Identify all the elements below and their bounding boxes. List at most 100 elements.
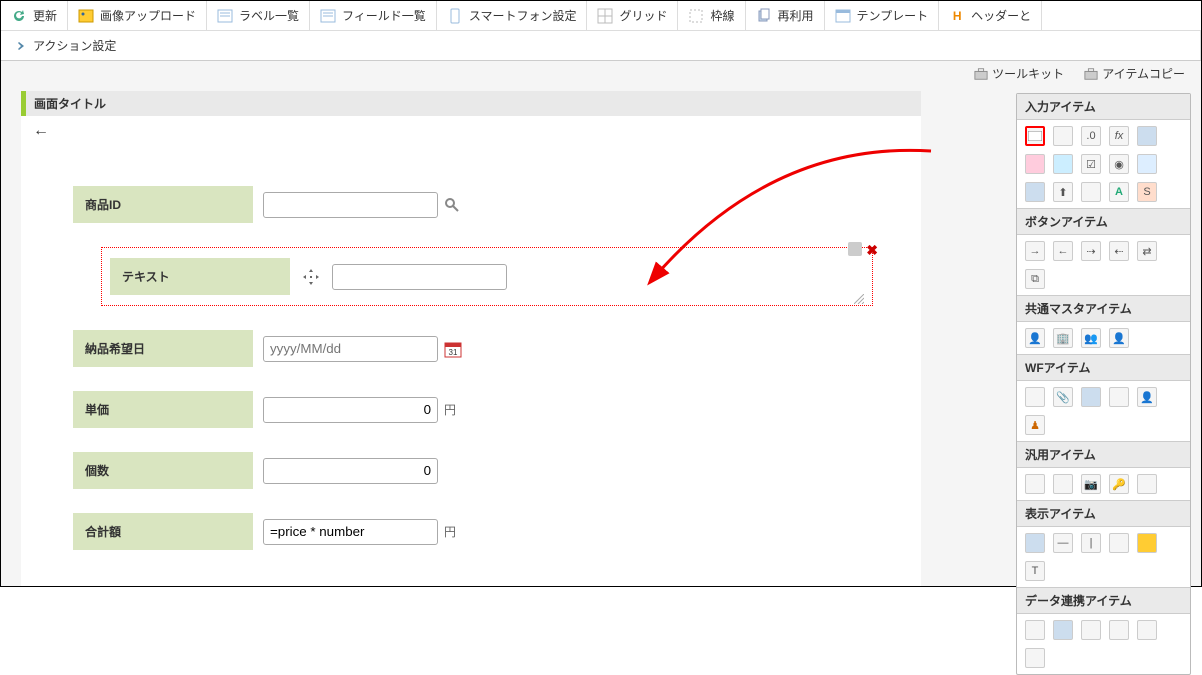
tk-btn-copy-icon[interactable]: ⧉	[1025, 269, 1045, 289]
frame-label: 枠線	[710, 7, 734, 24]
label-unit-price: 単価	[73, 391, 253, 428]
tk-text-icon[interactable]: T	[1025, 561, 1045, 581]
tk-wf6-icon[interactable]: ♟	[1025, 415, 1045, 435]
tk-table-icon[interactable]	[1081, 182, 1101, 202]
tk-wf5-icon[interactable]: 👤	[1137, 387, 1157, 407]
toolbox-icon	[1084, 67, 1098, 81]
tk-wf3-icon[interactable]	[1081, 387, 1101, 407]
toolkit-panel: 入力アイテム .0 fx ☑ ◉ ⬆ A S ボタンアイテム → ← ⇢ ⇠ ⇄…	[1016, 93, 1191, 675]
search-icon[interactable]	[444, 197, 460, 213]
input-unit-price[interactable]	[263, 397, 438, 423]
tk-dl4-icon[interactable]	[1109, 620, 1129, 640]
tab-toolkit[interactable]: ツールキット	[974, 65, 1064, 82]
tk-disp1-icon[interactable]	[1025, 533, 1045, 553]
tk-btn-prev-icon[interactable]: ←	[1053, 241, 1073, 261]
header-and-label: ヘッダーと	[971, 7, 1031, 24]
tk-section-general: 汎用アイテム	[1017, 441, 1190, 468]
tk-org-icon[interactable]: 🏢	[1053, 328, 1073, 348]
action-settings-button[interactable]: アクション設定	[1, 30, 1201, 60]
input-text-field[interactable]	[332, 264, 507, 290]
tk-function-icon[interactable]: fx	[1109, 126, 1129, 146]
tk-text-input-icon[interactable]	[1025, 126, 1045, 146]
label-product-id: 商品ID	[73, 186, 253, 223]
tk-wf1-icon[interactable]	[1025, 387, 1045, 407]
tk-user2-icon[interactable]: 👤	[1109, 328, 1129, 348]
tk-decimal-icon[interactable]: .0	[1081, 126, 1101, 146]
resize-handle[interactable]	[854, 293, 864, 303]
reuse-button[interactable]: 再利用	[746, 1, 825, 30]
tk-date-icon[interactable]	[1137, 126, 1157, 146]
list-icon	[320, 8, 336, 24]
move-icon[interactable]	[302, 268, 320, 286]
grid-icon	[597, 8, 613, 24]
label-list-button[interactable]: ラベル一覧	[207, 1, 310, 30]
tk-vline-icon[interactable]: |	[1081, 533, 1101, 553]
tk-user-icon[interactable]: 👤	[1025, 328, 1045, 348]
tk-richtext-icon[interactable]: A	[1109, 182, 1129, 202]
smartphone-settings-button[interactable]: スマートフォン設定	[437, 1, 588, 30]
tk-dl2-icon[interactable]	[1053, 620, 1073, 640]
frame-button[interactable]: 枠線	[678, 1, 745, 30]
tk-textarea-icon[interactable]	[1053, 154, 1073, 174]
screen-title-bar: 画面タイトル	[21, 91, 921, 116]
main-area: ツールキット アイテムコピー 画面タイトル ← 商品ID	[1, 61, 1201, 586]
dropped-text-item[interactable]: ✖ テキスト	[101, 247, 873, 306]
template-label: テンプレート	[857, 7, 929, 24]
tk-dl6-icon[interactable]	[1025, 648, 1045, 668]
design-canvas: 画面タイトル ← 商品ID ✖ テキスト	[21, 91, 921, 586]
list-icon	[217, 8, 233, 24]
row-delivery-date: 納品希望日 31	[73, 330, 921, 367]
tk-list-icon[interactable]	[1025, 182, 1045, 202]
tk-btn-link-icon[interactable]: ⇄	[1137, 241, 1157, 261]
item-config-icon[interactable]	[848, 242, 862, 256]
field-list-button[interactable]: フィールド一覧	[310, 1, 437, 30]
tk-upload-icon[interactable]: ⬆	[1053, 182, 1073, 202]
tk-dl1-icon[interactable]	[1025, 620, 1045, 640]
tk-gen2-icon[interactable]	[1053, 474, 1073, 494]
update-button[interactable]: 更新	[1, 1, 68, 30]
tab-item-copy-label: アイテムコピー	[1102, 65, 1185, 82]
grid-button[interactable]: グリッド	[587, 1, 678, 30]
tk-box-icon[interactable]	[1109, 533, 1129, 553]
tk-dl5-icon[interactable]	[1137, 620, 1157, 640]
border-icon	[688, 8, 704, 24]
tk-section-master: 共通マスタアイテム	[1017, 295, 1190, 322]
tk-btn-back-icon[interactable]: ⇠	[1109, 241, 1129, 261]
tk-radio-icon[interactable]: ◉	[1109, 154, 1129, 174]
item-delete-icon[interactable]: ✖	[866, 242, 878, 259]
tk-wf4-icon[interactable]	[1109, 387, 1129, 407]
calendar-icon[interactable]: 31	[444, 340, 462, 358]
tk-key-icon[interactable]: 🔑	[1109, 474, 1129, 494]
input-delivery-date[interactable]	[263, 336, 438, 362]
tk-image-icon[interactable]	[1137, 533, 1157, 553]
image-upload-button[interactable]: 画像アップロード	[68, 1, 207, 30]
tk-datetime-icon[interactable]	[1025, 154, 1045, 174]
label-text-field: テキスト	[110, 258, 290, 295]
tk-camera-icon[interactable]: 📷	[1081, 474, 1101, 494]
tk-attach-icon[interactable]: 📎	[1053, 387, 1073, 407]
tk-select-icon[interactable]	[1137, 154, 1157, 174]
tab-toolkit-label: ツールキット	[992, 65, 1064, 82]
row-unit-price: 単価 円	[73, 391, 921, 428]
tk-dl3-icon[interactable]	[1081, 620, 1101, 640]
input-total[interactable]	[263, 519, 438, 545]
back-arrow[interactable]: ←	[21, 116, 61, 146]
input-product-id[interactable]	[263, 192, 438, 218]
action-icon	[11, 38, 27, 54]
tk-checkbox-icon[interactable]: ☑	[1081, 154, 1101, 174]
image-icon	[78, 8, 94, 24]
tab-item-copy[interactable]: アイテムコピー	[1084, 65, 1185, 82]
tk-group-icon[interactable]: 👥	[1081, 328, 1101, 348]
tk-line-icon[interactable]: —	[1053, 533, 1073, 553]
tk-btn-next-icon[interactable]: →	[1025, 241, 1045, 261]
template-button[interactable]: テンプレート	[825, 1, 940, 30]
toolbox-icon	[974, 67, 988, 81]
tk-gen5-icon[interactable]	[1137, 474, 1157, 494]
input-quantity[interactable]	[263, 458, 438, 484]
tk-stamp-icon[interactable]: S	[1137, 182, 1157, 202]
tk-btn-submit-icon[interactable]: ⇢	[1081, 241, 1101, 261]
tk-gen1-icon[interactable]	[1025, 474, 1045, 494]
tk-number-icon[interactable]	[1053, 126, 1073, 146]
header-and-button[interactable]: H ヘッダーと	[939, 1, 1042, 30]
suffix-yen: 円	[444, 523, 456, 540]
